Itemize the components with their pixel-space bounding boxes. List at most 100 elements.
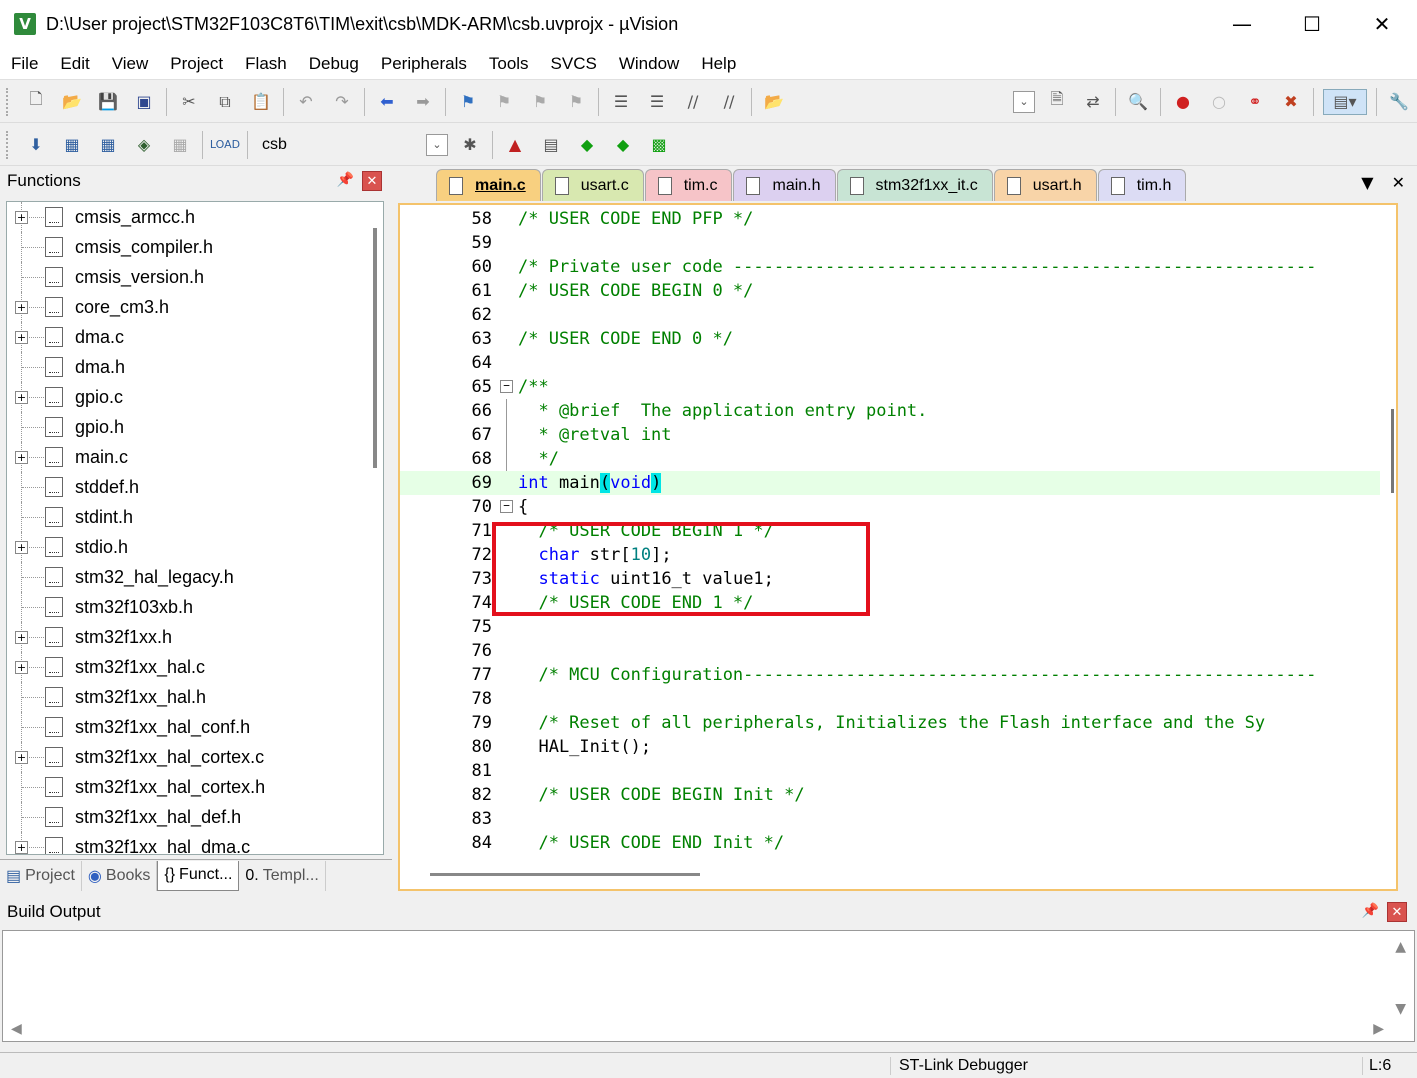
target-options-icon[interactable]: ✱ <box>457 132 483 158</box>
new-file-icon[interactable]: 🗋 <box>23 89 49 115</box>
next-bookmark-icon[interactable]: ⚑ <box>527 89 553 115</box>
tree-item[interactable]: stm32f1xx_hal.h <box>7 682 383 712</box>
tree-item[interactable]: + cmsis_armcc.h <box>7 202 383 232</box>
expand-icon[interactable]: + <box>15 630 28 644</box>
disable-all-breakpoints-icon[interactable]: ⚭ <box>1242 89 1268 115</box>
pin-icon[interactable]: 📌 <box>337 171 354 188</box>
incremental-find-icon[interactable]: ⇄ <box>1080 89 1106 115</box>
tree-item[interactable]: + stm32f1xx_hal_dma.c <box>7 832 383 854</box>
nav-forward-icon[interactable]: ➡ <box>410 89 436 115</box>
build-output-text[interactable]: ▲ ▼ ◀ ▶ <box>2 930 1415 1042</box>
menu-project[interactable]: Project <box>159 54 234 74</box>
tab-tim-c[interactable]: tim.c <box>644 169 733 201</box>
menu-view[interactable]: View <box>101 54 160 74</box>
tree-scrollbar[interactable] <box>365 202 383 854</box>
close-tab-icon[interactable]: ✕ <box>1392 173 1405 192</box>
tree-item[interactable]: + stdio.h <box>7 532 383 562</box>
tree-item[interactable]: + dma.c <box>7 322 383 352</box>
toolbar-grip[interactable] <box>6 130 12 159</box>
expand-icon[interactable]: + <box>15 840 28 854</box>
expand-icon[interactable]: + <box>15 210 28 224</box>
find-icon[interactable]: 🗎 <box>1044 89 1070 115</box>
menu-edit[interactable]: Edit <box>49 54 100 74</box>
tree-item[interactable]: + stm32f1xx_hal.c <box>7 652 383 682</box>
menu-svcs[interactable]: SVCS <box>540 54 608 74</box>
tab-list-icon[interactable]: ▼ <box>1361 173 1373 192</box>
file-extensions-icon[interactable]: ▤ <box>538 132 564 158</box>
tree-item[interactable]: + gpio.c <box>7 382 383 412</box>
copy-icon[interactable]: ⧉ <box>212 89 238 115</box>
select-software-packs-icon[interactable]: ◆ <box>610 132 636 158</box>
editor-vertical-scrollbar[interactable] <box>1380 205 1396 865</box>
save-all-icon[interactable]: ▣ <box>131 89 157 115</box>
tab-functions[interactable]: {} Funct... <box>157 860 240 891</box>
undo-icon[interactable]: ↶ <box>293 89 319 115</box>
find-combo-dropdown[interactable]: ⌄ <box>1013 90 1035 113</box>
expand-icon[interactable]: + <box>15 540 28 554</box>
maximize-button[interactable]: ☐ <box>1277 0 1347 48</box>
tab-templates[interactable]: 0. Templ... <box>239 860 326 891</box>
enable-breakpoint-icon[interactable]: ○ <box>1206 89 1232 115</box>
tree-item[interactable]: stm32f1xx_hal_conf.h <box>7 712 383 742</box>
menu-debug[interactable]: Debug <box>298 54 370 74</box>
menu-tools[interactable]: Tools <box>478 54 540 74</box>
close-pane-icon[interactable]: ✕ <box>1387 902 1407 922</box>
fold-toggle-icon[interactable]: − <box>500 500 513 513</box>
translate-icon[interactable]: ⬇ <box>23 132 49 158</box>
chevron-down-icon[interactable]: ⌄ <box>426 133 448 156</box>
configure-icon[interactable]: 🔧 <box>1386 89 1412 115</box>
comment-icon[interactable]: // <box>680 89 706 115</box>
tab-project[interactable]: ▤ Project <box>0 860 82 891</box>
expand-icon[interactable]: + <box>15 450 28 464</box>
tree-item[interactable]: cmsis_compiler.h <box>7 232 383 262</box>
find-in-files-icon[interactable]: 📂 <box>761 89 787 115</box>
scroll-left-icon[interactable]: ◀ <box>11 1021 22 1037</box>
paste-icon[interactable]: 📋 <box>248 89 274 115</box>
run-time-environment-icon[interactable]: ▩ <box>646 132 672 158</box>
pack-installer-icon[interactable]: ◆ <box>574 132 600 158</box>
tree-item[interactable]: gpio.h <box>7 412 383 442</box>
tab-usart-c[interactable]: usart.c <box>541 169 644 201</box>
cut-icon[interactable]: ✂ <box>176 89 202 115</box>
tree-item[interactable]: stddef.h <box>7 472 383 502</box>
menu-peripherals[interactable]: Peripherals <box>370 54 478 74</box>
tree-item[interactable]: + main.c <box>7 442 383 472</box>
nav-back-icon[interactable]: ⬅ <box>374 89 400 115</box>
save-icon[interactable]: 💾 <box>95 89 121 115</box>
tree-item[interactable]: + stm32f1xx_hal_cortex.c <box>7 742 383 772</box>
tree-item[interactable]: dma.h <box>7 352 383 382</box>
rebuild-icon[interactable]: ▦ <box>95 132 121 158</box>
clear-bookmarks-icon[interactable]: ⚑ <box>563 89 589 115</box>
expand-icon[interactable]: + <box>15 750 28 764</box>
tree-item[interactable]: stm32_hal_legacy.h <box>7 562 383 592</box>
indent-icon[interactable]: ☰ <box>608 89 634 115</box>
menu-flash[interactable]: Flash <box>234 54 298 74</box>
menu-file[interactable]: File <box>0 54 49 74</box>
expand-icon[interactable]: + <box>15 390 28 404</box>
menu-window[interactable]: Window <box>608 54 690 74</box>
editor-horizontal-scrollbar[interactable] <box>430 873 700 876</box>
manage-components-icon[interactable]: ▲ <box>502 132 528 158</box>
fold-toggle-icon[interactable]: − <box>500 380 513 393</box>
scroll-down-icon[interactable]: ▼ <box>1395 1001 1406 1017</box>
tab-tim-h[interactable]: tim.h <box>1097 169 1187 201</box>
code-editor[interactable]: 84 /* USER CODE END Init */83 82 /* USER … <box>398 203 1398 891</box>
prev-bookmark-icon[interactable]: ⚑ <box>491 89 517 115</box>
expand-icon[interactable]: + <box>15 330 28 344</box>
batch-build-icon[interactable]: ◈ <box>131 132 157 158</box>
close-button[interactable]: ✕ <box>1347 0 1417 48</box>
stop-build-icon[interactable]: ▦ <box>167 132 193 158</box>
tree-item[interactable]: stm32f1xx_hal_def.h <box>7 802 383 832</box>
tab-main-h[interactable]: main.h <box>733 169 836 201</box>
pin-icon[interactable]: 📌 <box>1362 902 1379 919</box>
open-folder-icon[interactable]: 📂 <box>59 89 85 115</box>
toolbar-grip[interactable] <box>6 87 12 116</box>
menu-help[interactable]: Help <box>690 54 747 74</box>
unindent-icon[interactable]: ☰ <box>644 89 670 115</box>
insert-breakpoint-icon[interactable]: ● <box>1170 89 1196 115</box>
target-select[interactable]: csb ⌄ <box>252 132 452 158</box>
uncomment-icon[interactable]: // <box>716 89 742 115</box>
close-pane-icon[interactable]: ✕ <box>362 171 382 191</box>
scroll-up-icon[interactable]: ▲ <box>1395 939 1406 955</box>
tree-item[interactable]: + stm32f1xx.h <box>7 622 383 652</box>
